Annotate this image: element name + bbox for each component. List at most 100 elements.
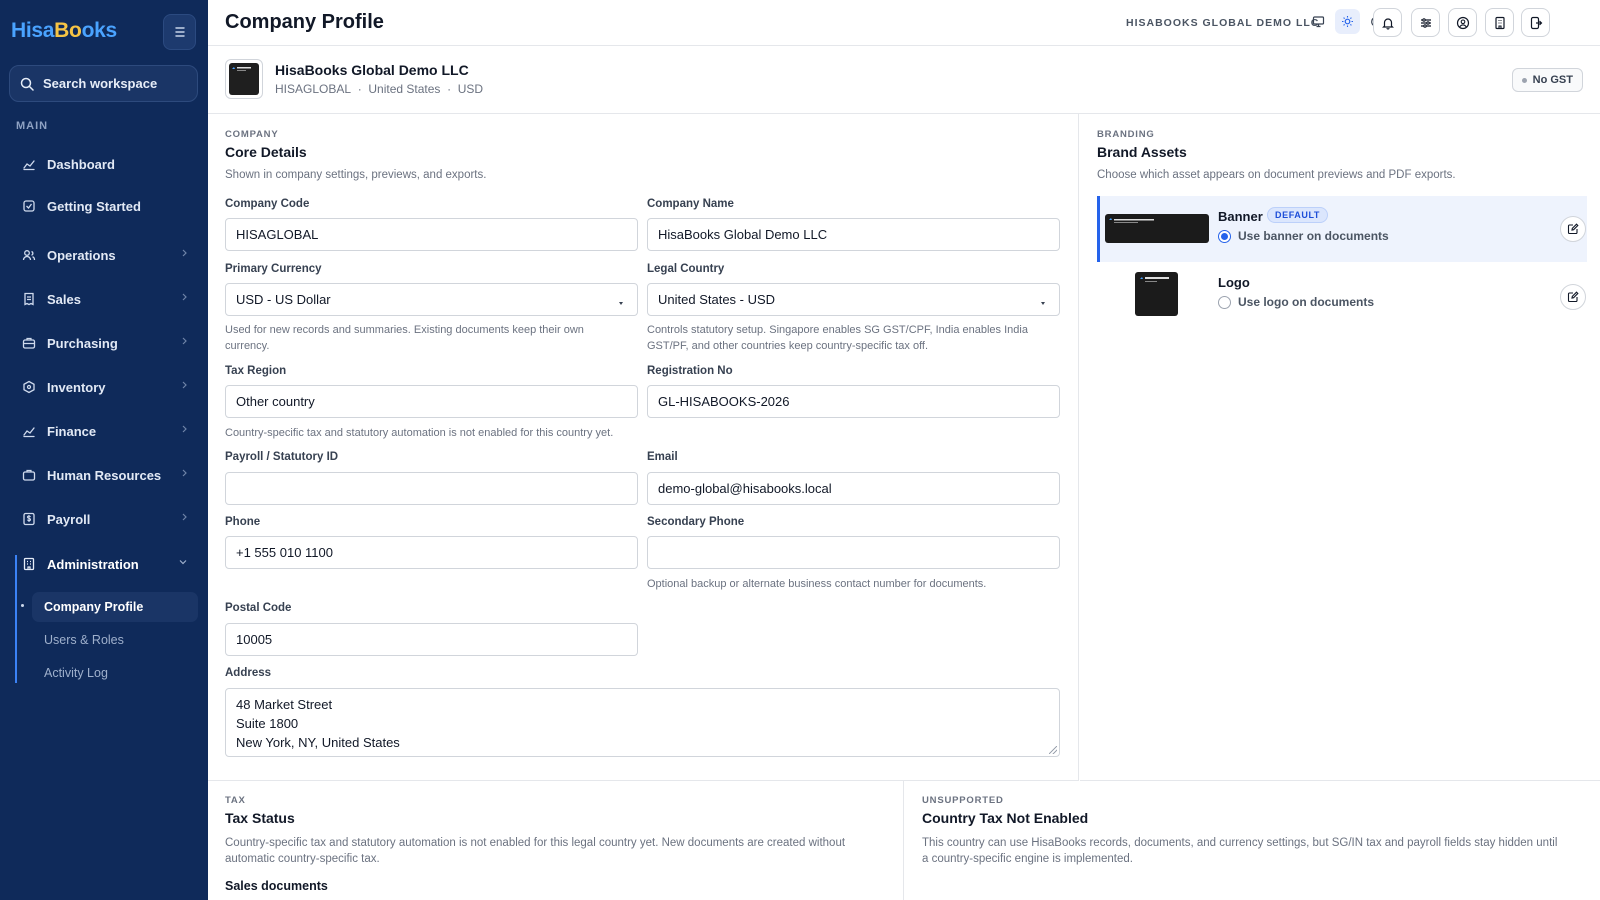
trend-icon [23, 427, 35, 438]
section-eyebrow: TAX [225, 795, 246, 806]
banner-name: Banner [1218, 209, 1263, 224]
chart-line-icon [23, 160, 35, 171]
brand-assets-panel: BRANDING Brand Assets Choose which asset… [1080, 114, 1600, 781]
theme-light-button[interactable] [1335, 9, 1360, 34]
payroll-id-input[interactable] [225, 472, 638, 505]
chevron-right-icon [182, 293, 187, 301]
brand-asset-banner[interactable]: Banner DEFAULT Use banner on documents [1097, 196, 1587, 262]
payroll-id-label: Payroll / Statutory ID [225, 451, 339, 463]
company-logo-mark [232, 67, 251, 71]
use-banner-radio[interactable]: Use banner on documents [1218, 229, 1389, 243]
sidebar-subitem-activity-log[interactable]: Activity Log [32, 658, 198, 688]
section-description: This country can use HisaBooks records, … [922, 837, 1558, 865]
sidebar-item-sales[interactable]: Sales [12, 282, 198, 316]
address-textarea[interactable]: 48 Market Street Suite 1800 New York, NY… [225, 688, 1060, 757]
section-title: Tax Status [225, 810, 295, 826]
current-company-tag: HISABOOKS GLOBAL DEMO LLC [1126, 17, 1320, 29]
section-description: Choose which asset appears on document p… [1097, 169, 1456, 181]
building-icon [23, 557, 35, 571]
account-button[interactable] [1448, 8, 1477, 37]
logo-thumbnail [1135, 272, 1178, 316]
tax-region-label: Tax Region [225, 365, 287, 377]
section-title: Brand Assets [1097, 144, 1187, 160]
banner-image [1109, 218, 1154, 223]
sun-icon [1342, 16, 1353, 27]
company-switch-button[interactable] [1485, 8, 1514, 37]
sidebar: HisaBooks MAIN Dashboard Getting Started… [0, 0, 208, 900]
dollar-icon [23, 512, 35, 526]
sidebar-item-payroll[interactable]: Payroll [12, 502, 198, 536]
sidebar-subitem-company-profile[interactable]: Company Profile [32, 592, 198, 622]
sidebar-section-label: MAIN [16, 120, 49, 132]
chevron-right-icon [182, 469, 187, 477]
company-name-input[interactable]: HisaBooks Global Demo LLC [647, 218, 1060, 251]
registration-no-label: Registration No [647, 365, 733, 377]
brand-asset-logo[interactable]: Logo Use logo on documents [1097, 264, 1587, 330]
monitor-icon [1312, 16, 1325, 28]
briefcase-icon [22, 337, 36, 349]
company-name: HisaBooks Global Demo LLC [275, 62, 469, 78]
chevron-right-icon [182, 249, 187, 257]
logo-image [1140, 277, 1169, 282]
legal-country-select[interactable]: United States - USD [647, 283, 1060, 316]
chevron-right-icon [182, 513, 187, 521]
sidebar-item-purchasing[interactable]: Purchasing [12, 326, 198, 360]
primary-currency-select[interactable]: USD - US Dollar [225, 283, 638, 316]
active-dot [21, 604, 24, 607]
postal-code-input[interactable]: 10005 [225, 623, 638, 656]
gst-status-badge: No GST [1511, 68, 1583, 92]
hisabooks-logo[interactable]: HisaBooks [11, 19, 117, 43]
sidebar-item-operations[interactable]: Operations [12, 238, 198, 272]
checklist-icon [23, 200, 35, 212]
secondary-phone-label: Secondary Phone [647, 516, 745, 528]
registration-no-input[interactable]: GL-HISABOOKS-2026 [647, 385, 1060, 418]
chevron-right-icon [182, 425, 187, 433]
notifications-button[interactable] [1373, 8, 1402, 37]
sidebar-subitem-users-roles[interactable]: Users & Roles [32, 625, 198, 655]
section-eyebrow: UNSUPPORTED [922, 795, 1004, 806]
company-code-input[interactable]: HISAGLOBAL [225, 218, 638, 251]
sidebar-item-dashboard[interactable]: Dashboard [12, 147, 198, 181]
email-input[interactable]: demo-global@hisabooks.local [647, 472, 1060, 505]
sidebar-collapse-button[interactable] [163, 14, 196, 50]
radio-unselected[interactable] [1218, 295, 1231, 309]
preferences-button[interactable] [1411, 8, 1440, 37]
users-icon [22, 250, 36, 261]
chevron-down-icon [1041, 302, 1045, 305]
resize-handle[interactable] [1049, 746, 1057, 754]
search-icon [20, 77, 34, 91]
logo-name: Logo [1218, 275, 1250, 290]
section-title: Country Tax Not Enabled [922, 810, 1089, 826]
legal-country-label: Legal Country [647, 263, 725, 275]
sidebar-item-getting-started[interactable]: Getting Started [12, 189, 198, 223]
edit-logo-button[interactable] [1560, 284, 1586, 310]
building-icon [1494, 16, 1505, 29]
edit-banner-button[interactable] [1560, 216, 1586, 242]
chevron-right-icon [182, 337, 187, 345]
receipt-icon [24, 292, 34, 306]
radio-selected[interactable] [1218, 229, 1231, 243]
sidebar-item-inventory[interactable]: Inventory [12, 370, 198, 404]
search-input[interactable] [43, 76, 188, 91]
briefcase-icon [22, 469, 36, 481]
theme-system-button[interactable] [1306, 9, 1331, 34]
page-title: Company Profile [225, 11, 384, 33]
phone-label: Phone [225, 516, 261, 528]
sidebar-item-human-resources[interactable]: Human Resources [12, 458, 198, 492]
company-meta: HISAGLOBAL · United States · USD [275, 82, 484, 96]
workspace-search[interactable] [9, 65, 198, 102]
top-bar: Company Profile HISABOOKS GLOBAL DEMO LL… [208, 0, 1600, 46]
box-icon [23, 380, 35, 394]
phone-input[interactable]: +1 555 010 1100 [225, 536, 638, 569]
section-description: Country-specific tax and statutory autom… [225, 837, 846, 865]
chevron-down-icon [179, 560, 187, 565]
bell-icon [1381, 17, 1394, 30]
sidebar-item-administration[interactable]: Administration [12, 547, 198, 581]
secondary-phone-input[interactable] [647, 536, 1060, 569]
use-logo-radio[interactable]: Use logo on documents [1218, 295, 1374, 309]
company-code-label: Company Code [225, 198, 310, 210]
tax-region-input[interactable]: Other country [225, 385, 638, 418]
sidebar-item-finance[interactable]: Finance [12, 414, 198, 448]
logout-button[interactable] [1521, 8, 1550, 37]
legal-country-help: Controls statutory setup. Singapore enab… [647, 324, 1028, 352]
